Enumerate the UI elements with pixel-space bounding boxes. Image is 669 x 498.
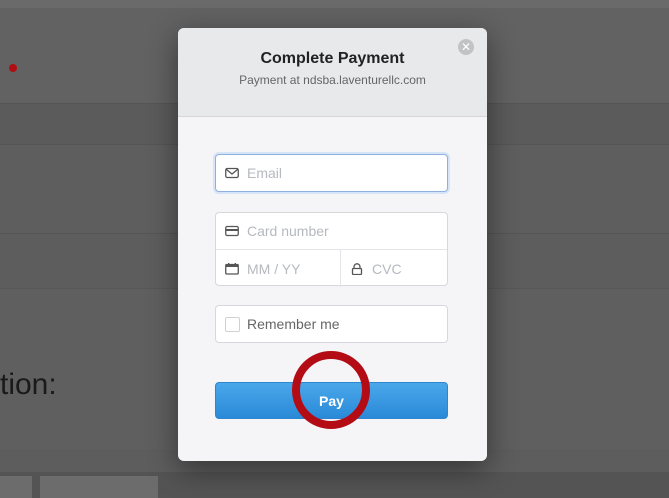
pay-button[interactable]: Pay [215, 382, 448, 419]
expiry-field[interactable] [216, 250, 341, 287]
envelope-icon [225, 167, 239, 179]
card-details-group [215, 212, 454, 287]
background-button [40, 476, 158, 498]
remember-me-label: Remember me [247, 316, 340, 332]
email-field[interactable] [215, 154, 448, 192]
modal-title: Complete Payment [260, 50, 405, 67]
email-input[interactable] [245, 164, 429, 182]
modal-subtitle: Payment at ndsba.laventurellc.com [239, 73, 426, 87]
modal-header: Complete Payment Payment at ndsba.lavent… [178, 28, 487, 117]
background-button [0, 476, 32, 498]
cvc-input[interactable] [370, 259, 454, 278]
red-dot-marker [9, 64, 17, 72]
cvc-field[interactable] [341, 250, 454, 287]
expiry-input[interactable] [245, 259, 329, 278]
remember-me-field[interactable]: Remember me [215, 305, 448, 343]
remember-me-checkbox[interactable] [225, 316, 240, 332]
payment-modal: Complete Payment Payment at ndsba.lavent… [178, 28, 487, 461]
card-number-field[interactable] [216, 213, 447, 250]
calendar-icon [225, 262, 239, 275]
lock-icon [351, 262, 363, 275]
background-heading: tion: [0, 368, 57, 401]
background-top-bar [0, 0, 669, 8]
card-number-input[interactable] [245, 222, 429, 240]
close-icon[interactable]: ✕ [458, 39, 474, 55]
credit-card-icon [225, 225, 239, 237]
